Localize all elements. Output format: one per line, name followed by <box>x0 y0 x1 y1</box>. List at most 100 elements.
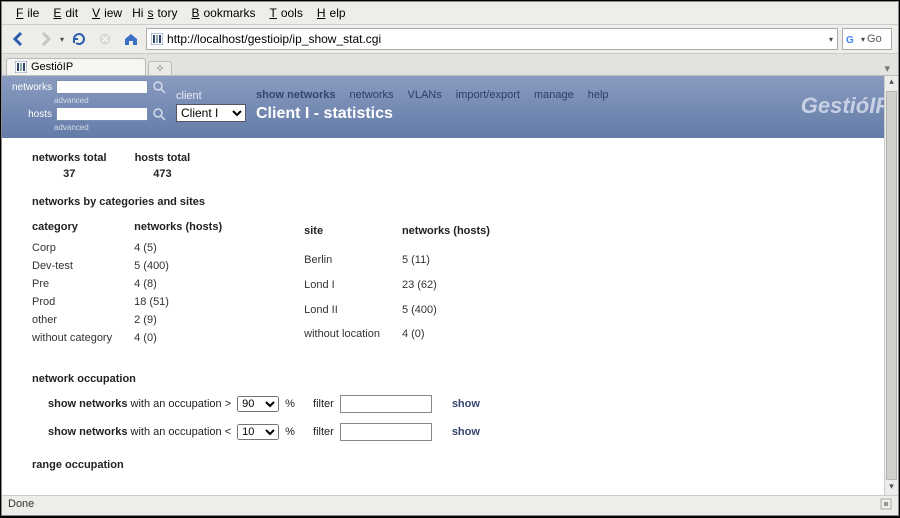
scroll-thumb[interactable] <box>886 91 897 480</box>
table-row: Prod18 (51) <box>32 293 244 311</box>
google-icon: G <box>845 32 859 46</box>
search-icon[interactable] <box>152 107 166 121</box>
status-text: Done <box>8 498 34 513</box>
search-networks-input[interactable] <box>56 80 148 94</box>
nav-vlans[interactable]: VLANs <box>408 89 442 101</box>
page-title: Client I - statistics <box>256 105 609 123</box>
table-row: Pre4 (8) <box>32 275 244 293</box>
url-input[interactable] <box>167 32 825 46</box>
pct-label: % <box>285 426 295 438</box>
category-table: category networks (hosts) Corp4 (5) Dev-… <box>32 218 244 347</box>
search-hosts-input[interactable] <box>56 107 148 121</box>
search-hosts-label: hosts <box>10 109 52 120</box>
statistics-body: networks total 37 hosts total 473 networ… <box>2 138 898 491</box>
new-tab-button[interactable]: ✧ <box>148 61 172 75</box>
filter-label: filter <box>313 398 334 410</box>
nav-import-export[interactable]: import/export <box>456 89 520 101</box>
url-dropdown-icon[interactable]: ▾ <box>829 35 833 44</box>
app-topnav: show networks networks VLANs import/expo… <box>256 89 609 101</box>
hosts-total-value: 473 <box>135 168 191 180</box>
history-dropdown-icon[interactable]: ▾ <box>60 35 64 44</box>
search-icon[interactable] <box>152 80 166 94</box>
stop-button[interactable] <box>94 29 116 49</box>
tab-overflow-icon[interactable]: ▾ <box>880 62 894 75</box>
table-row: other2 (9) <box>32 311 244 329</box>
menu-view[interactable]: View <box>84 4 126 22</box>
browser-statusbar: Done <box>2 495 898 515</box>
search-networks-label: networks <box>10 82 52 93</box>
occupation-less-row: show networks with an occupation < 10 % … <box>48 423 878 441</box>
networks-total-value: 37 <box>32 168 107 180</box>
url-bar[interactable]: ▾ <box>146 28 838 50</box>
brand-logo: GestióIP <box>801 93 890 119</box>
tab-title: GestióIP <box>31 61 73 73</box>
th-site-networks: networks (hosts) <box>402 218 512 247</box>
tab-gestioip[interactable]: GestióIP <box>6 58 146 75</box>
tab-favicon-icon <box>15 61 27 73</box>
occupation-greater-row: show networks with an occupation > 90 % … <box>48 395 878 413</box>
occ-lt-rest: with an occupation < <box>127 426 231 438</box>
advanced-networks-link[interactable]: advanced <box>54 96 89 105</box>
occ-lt-filter-input[interactable] <box>340 423 432 441</box>
pct-label: % <box>285 398 295 410</box>
table-row: without location4 (0) <box>304 322 512 347</box>
search-engine-dropdown-icon[interactable]: ▾ <box>861 35 865 44</box>
search-placeholder: Go <box>867 33 882 45</box>
page-content: networks advanced hosts advanced client … <box>2 76 898 495</box>
section-range-occupation: range occupation <box>32 459 878 471</box>
table-row: Corp4 (5) <box>32 239 244 257</box>
client-label: client <box>176 90 246 102</box>
occ-gt-show-link[interactable]: show <box>452 398 480 410</box>
table-row: Berlin5 (11) <box>304 247 512 272</box>
th-site: site <box>304 218 402 247</box>
table-row: Lond II5 (400) <box>304 297 512 322</box>
occ-lt-show-link[interactable]: show <box>452 426 480 438</box>
reload-button[interactable] <box>68 29 90 49</box>
menu-history[interactable]: History <box>128 4 181 22</box>
networks-total-label: networks total <box>32 152 107 164</box>
filter-label: filter <box>313 426 334 438</box>
status-security-icon <box>880 498 892 513</box>
client-select[interactable]: Client I <box>176 104 246 122</box>
browser-menubar: File Edit View History Bookmarks Tools H… <box>2 2 898 25</box>
menu-tools[interactable]: Tools <box>261 4 306 22</box>
back-button[interactable] <box>8 29 30 49</box>
browser-toolbar: ▾ ▾ G ▾ Go <box>2 25 898 54</box>
occ-gt-filter-input[interactable] <box>340 395 432 413</box>
section-categories-sites: networks by categories and sites <box>32 196 878 208</box>
menu-help[interactable]: Help <box>309 4 350 22</box>
browser-tabbar: GestióIP ✧ ▾ <box>2 54 898 76</box>
home-button[interactable] <box>120 29 142 49</box>
app-header: networks advanced hosts advanced client … <box>2 76 898 138</box>
menu-edit[interactable]: Edit <box>45 4 82 22</box>
nav-manage[interactable]: manage <box>534 89 574 101</box>
table-row: Dev-test5 (400) <box>32 257 244 275</box>
client-selector: client Client I <box>176 80 246 132</box>
scroll-down-icon[interactable]: ▾ <box>885 481 898 495</box>
menu-bookmarks[interactable]: Bookmarks <box>183 4 259 22</box>
occ-gt-rest: with an occupation > <box>127 398 231 410</box>
nav-help[interactable]: help <box>588 89 609 101</box>
occ-gt-select[interactable]: 90 <box>237 396 279 412</box>
favicon-icon <box>151 33 163 45</box>
nav-networks[interactable]: networks <box>349 89 393 101</box>
table-row: Lond I23 (62) <box>304 272 512 297</box>
quick-search-panel: networks advanced hosts advanced <box>10 80 166 132</box>
table-row: without category4 (0) <box>32 329 244 347</box>
occ-lt-bold: show networks <box>48 426 127 438</box>
vertical-scrollbar[interactable]: ▴ ▾ <box>884 76 898 495</box>
site-table: site networks (hosts) Berlin5 (11) Lond … <box>304 218 512 347</box>
nav-show-networks[interactable]: show networks <box>256 89 335 101</box>
scroll-up-icon[interactable]: ▴ <box>885 76 898 90</box>
th-category: category <box>32 218 134 239</box>
occ-gt-bold: show networks <box>48 398 127 410</box>
browser-search-box[interactable]: G ▾ Go <box>842 28 892 50</box>
hosts-total-label: hosts total <box>135 152 191 164</box>
section-network-occupation: network occupation <box>32 373 878 385</box>
th-cat-networks: networks (hosts) <box>134 218 244 239</box>
advanced-hosts-link[interactable]: advanced <box>54 123 89 132</box>
occ-lt-select[interactable]: 10 <box>237 424 279 440</box>
svg-text:G: G <box>846 35 854 46</box>
forward-button[interactable] <box>34 29 56 49</box>
menu-file[interactable]: File <box>8 4 43 22</box>
